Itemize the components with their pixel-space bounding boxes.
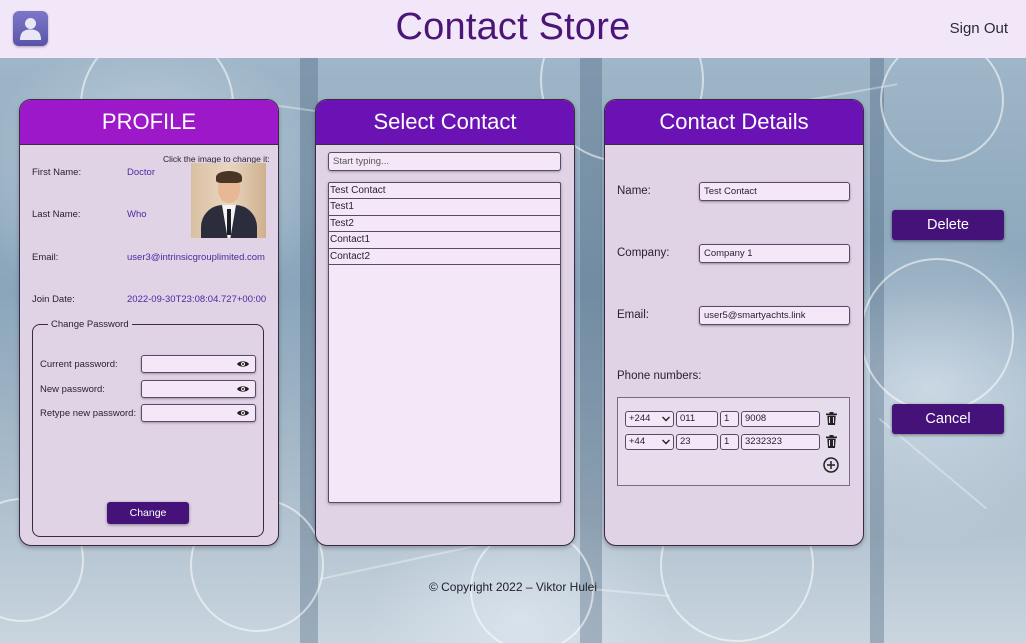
country-code-value: +44 (629, 436, 646, 447)
name-label: Name: (617, 185, 651, 197)
list-item[interactable]: Contact2 (329, 249, 560, 265)
area-code-input[interactable]: 011 (676, 411, 718, 427)
prefix-input[interactable]: 1 (720, 434, 739, 450)
email-input[interactable]: user5@smartyachts.link (699, 306, 850, 325)
sign-out-link[interactable]: Sign Out (950, 20, 1008, 37)
country-code-select[interactable]: +244 (625, 411, 674, 427)
select-contact-panel: Select Contact Start typing... Test Cont… (315, 99, 575, 546)
list-item[interactable]: Test Contact (329, 183, 560, 200)
chevron-down-icon (662, 439, 670, 445)
delete-button[interactable]: Delete (892, 210, 1004, 240)
contact-list: Test Contact Test1 Test2 Contact1 Contac… (328, 182, 561, 503)
phone-numbers-label: Phone numbers: (617, 370, 702, 382)
current-password-label: Current password: (40, 359, 118, 370)
current-password-input[interactable] (141, 355, 256, 373)
list-item[interactable]: Test1 (329, 199, 560, 216)
email-value: user3@intrinsicgrouplimited.com (127, 252, 265, 263)
name-input[interactable]: Test Contact (699, 182, 850, 201)
list-item[interactable]: Test2 (329, 216, 560, 233)
area-code-input[interactable]: 23 (676, 434, 718, 450)
new-password-input[interactable] (141, 380, 256, 398)
retype-password-label: Retype new password: (40, 408, 137, 419)
company-input[interactable]: Company 1 (699, 244, 850, 263)
number-input[interactable]: 9008 (741, 411, 820, 427)
eye-icon[interactable] (237, 385, 249, 393)
change-password-legend: Change Password (51, 319, 129, 330)
select-contact-title: Select Contact (316, 100, 574, 145)
top-bar: Contact Store Sign Out (0, 0, 1026, 58)
chevron-down-icon (662, 416, 670, 422)
footer-copyright: © Copyright 2022 – Viktor Hulei (428, 580, 598, 594)
last-name-value: Who (127, 209, 147, 220)
profile-photo[interactable] (191, 163, 266, 238)
add-phone-icon[interactable] (823, 457, 839, 473)
eye-icon[interactable] (237, 360, 249, 368)
join-date-label: Join Date: (32, 294, 75, 305)
email-label: Email: (617, 309, 649, 321)
contact-search-input[interactable]: Start typing... (328, 152, 561, 171)
country-code-value: +244 (629, 413, 651, 424)
app-title: Contact Store (395, 6, 631, 48)
trash-icon[interactable] (826, 435, 837, 448)
company-label: Company: (617, 247, 670, 259)
eye-icon[interactable] (237, 409, 249, 417)
new-password-label: New password: (40, 384, 105, 395)
list-item[interactable]: Contact1 (329, 232, 560, 249)
join-date-value: 2022-09-30T23:08:04.727+00:00 (127, 294, 267, 305)
cancel-button[interactable]: Cancel (892, 404, 1004, 434)
profile-panel: PROFILE Click the image to change it: Fi… (19, 99, 279, 546)
country-code-select[interactable]: +44 (625, 434, 674, 450)
retype-password-input[interactable] (141, 404, 256, 422)
email-label: Email: (32, 252, 59, 263)
change-password-button[interactable]: Change (107, 502, 189, 524)
contact-details-panel: Contact Details Name: Test Contact Compa… (604, 99, 864, 546)
first-name-value: Doctor (127, 167, 155, 178)
number-input[interactable]: 3232323 (741, 434, 820, 450)
contact-details-title: Contact Details (605, 100, 863, 145)
profile-title: PROFILE (20, 100, 278, 145)
prefix-input[interactable]: 1 (720, 411, 739, 427)
last-name-label: Last Name: (32, 209, 81, 220)
phone-numbers-box: +244 011 1 9008 +44 23 1 3232323 (617, 397, 850, 486)
trash-icon[interactable] (826, 412, 837, 425)
first-name-label: First Name: (32, 167, 82, 178)
